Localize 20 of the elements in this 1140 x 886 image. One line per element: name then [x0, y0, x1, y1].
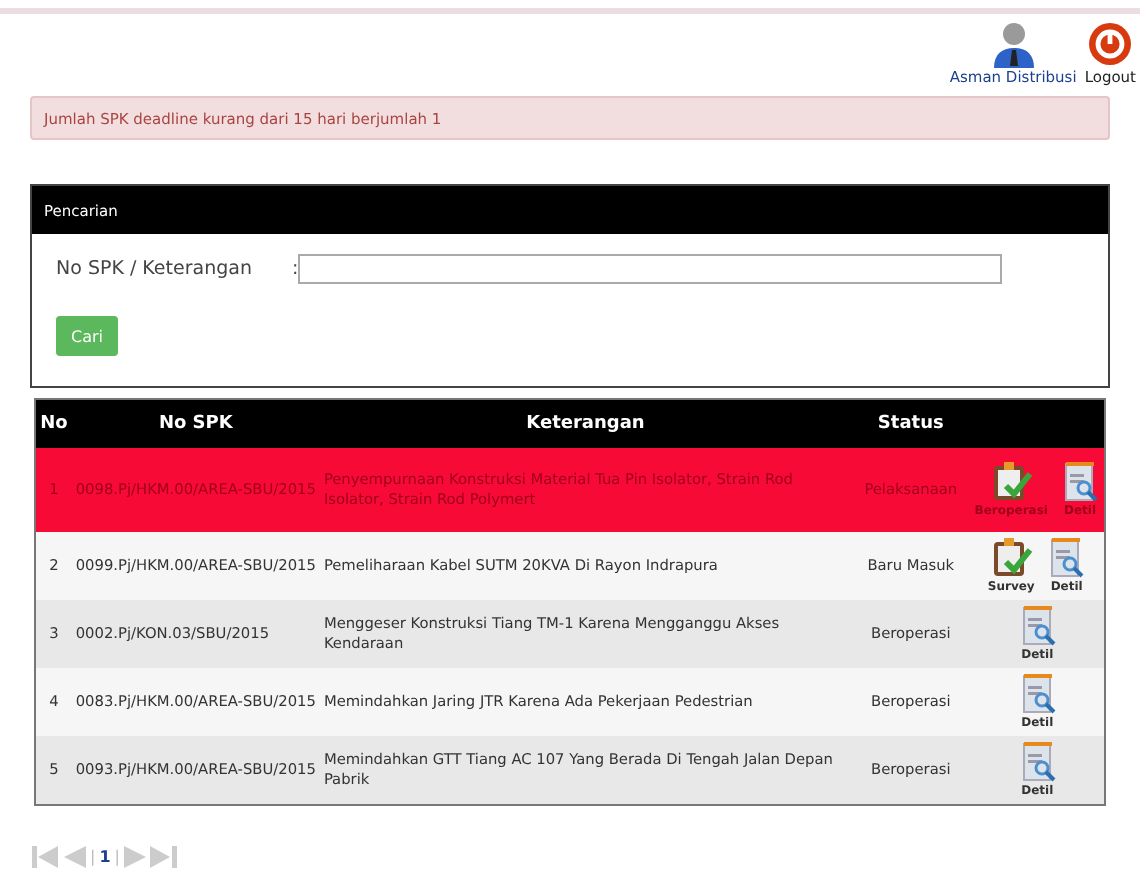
previous-page-icon[interactable] [64, 846, 86, 868]
search-field[interactable] [298, 254, 1003, 284]
separator: | [114, 848, 120, 866]
separator: | [90, 848, 96, 866]
document-search-icon [1017, 672, 1058, 716]
document-search-icon [1059, 460, 1100, 504]
column-header: No SPK [71, 399, 320, 448]
user-avatar-icon [991, 20, 1036, 68]
next-page-icon[interactable] [123, 846, 146, 868]
colon: : [292, 258, 299, 280]
field-label: No SPK / Keterangan [56, 258, 254, 280]
column-header: Keterangan [319, 399, 852, 448]
last-page-icon[interactable] [149, 846, 178, 868]
page-link[interactable]: 1 [99, 848, 111, 866]
power-icon [1088, 20, 1133, 68]
column-header: Status [851, 399, 971, 448]
document-search-icon [1046, 536, 1087, 580]
column-header: No [35, 399, 72, 448]
first-page-icon[interactable] [32, 846, 60, 868]
clipboard-check-icon [989, 460, 1034, 504]
